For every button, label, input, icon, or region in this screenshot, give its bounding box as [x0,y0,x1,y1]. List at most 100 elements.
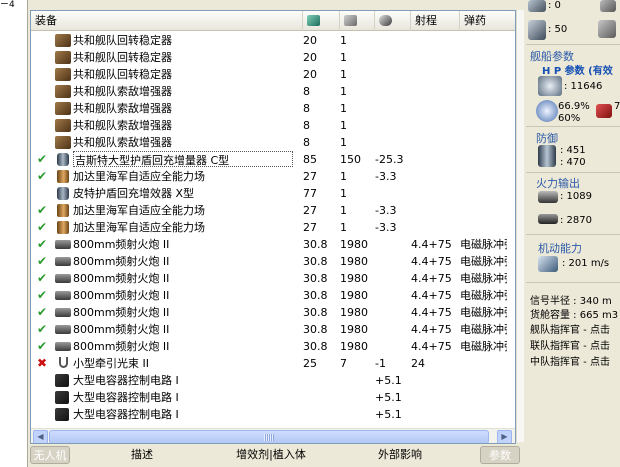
table-row[interactable]: ✔ 800mm频射火炮 II 30.8 1980 4.4+75 电磁脉冲弹 [31,253,515,270]
table-row[interactable]: 大型电容器控制电路 I +5.1 [31,372,515,389]
gun-module-icon [55,274,71,283]
tab-parameters[interactable]: 参数 [480,446,520,464]
column-header-name[interactable]: 装备 [31,11,303,31]
table-row[interactable]: ✔ 800mm频射火炮 II 30.8 1980 4.4+75 电磁脉冲弹 [31,321,515,338]
online-check-icon[interactable]: ✔ [37,287,49,304]
table-row[interactable]: 皮特护盾回充增效器 X型 77 1 [31,185,515,202]
table-row[interactable]: ✔ 800mm频射火炮 II 30.8 1980 4.4+75 电磁脉冲弹 [31,338,515,355]
status-empty[interactable] [37,49,49,66]
table-row[interactable]: ✔ 800mm频射火炮 II 30.8 1980 4.4+75 电磁脉冲弹 [31,304,515,321]
status-empty[interactable] [37,372,49,389]
tab-boosters-implants[interactable]: 增效剂|植入体 [226,446,316,464]
turret-dps-icon [538,191,558,203]
tab-external-effects[interactable]: 外部影响 [370,446,430,464]
firepower-value-2: : 2870 [560,215,592,226]
capacitor-cell: -3.3 [375,170,397,183]
status-empty[interactable] [37,185,49,202]
status-empty[interactable] [37,406,49,423]
range-cell [411,168,457,185]
ammo-cell [460,100,507,117]
module-name: 共和舰队回转稳定器 [73,68,172,81]
shield-module-icon [57,187,69,200]
module-name: 加达里海军自适应全能力场 [73,204,205,217]
table-row[interactable]: 共和舰队索敌增强器 8 1 [31,117,515,134]
column-header-capacitor[interactable] [375,11,411,31]
online-check-icon[interactable]: ✔ [37,168,49,185]
cpu-cell: 27 [303,204,317,217]
capacitor-cell: +5.1 [375,408,402,421]
column-header-cpu[interactable] [303,11,340,31]
table-row[interactable]: ✔ 加达里海军自适应全能力场 27 1 -3.3 [31,168,515,185]
defense-title: 防御 [536,132,558,145]
online-check-icon[interactable]: ✔ [37,219,49,236]
status-empty[interactable] [37,66,49,83]
table-row[interactable]: 共和舰队回转稳定器 20 1 [31,49,515,66]
ammo-cell: 电磁脉冲弹 [460,272,507,285]
table-row[interactable]: 共和舰队索敌增强器 8 1 [31,134,515,151]
range-cell [411,151,457,168]
scroll-right-button[interactable]: ▶ [497,430,512,443]
table-row[interactable]: ✖ 小型牵引光束 II 25 7 -1 24 [31,355,515,372]
fleet-commander-link[interactable]: 舰队指挥官 - 点击 [530,321,610,336]
table-row[interactable]: ✔ 800mm频射火炮 II 30.8 1980 4.4+75 电磁脉冲弹 [31,270,515,287]
module-name: 皮特护盾回充增效器 X型 [73,187,195,200]
table-row[interactable]: 共和舰队索敌增强器 8 1 [31,83,515,100]
tab-description[interactable]: 描述 [122,446,162,464]
offline-icon[interactable]: ✖ [37,355,49,372]
table-row[interactable]: 大型电容器控制电路 I +5.1 [31,389,515,406]
status-empty[interactable] [37,389,49,406]
table-row[interactable]: ✔ 800mm频射火炮 II 30.8 1980 4.4+75 电磁脉冲弹 [31,287,515,304]
capacitor-cell [375,270,410,287]
ammo-cell: 电磁脉冲弹 [460,238,507,251]
ammo-cell [460,219,507,236]
online-check-icon[interactable]: ✔ [37,270,49,287]
online-check-icon[interactable]: ✔ [37,151,49,168]
column-header-ammo-label: 弹药 [464,14,486,27]
column-header-powergrid[interactable] [340,11,375,31]
module-name: 吉斯特大型护盾回充增量器 C型 [73,151,293,167]
range-cell [411,219,457,236]
table-row[interactable]: 共和舰队索敌增强器 8 1 [31,100,515,117]
module-name: 共和舰队回转稳定器 [73,34,172,47]
module-name: 共和舰队回转稳定器 [73,51,172,64]
vertical-scrollbar[interactable] [516,10,524,442]
hp-params-title: H P 参数 (有效 [542,66,613,77]
online-check-icon[interactable]: ✔ [37,321,49,338]
table-row[interactable]: 大型电容器控制电路 I +5.1 [31,406,515,423]
tab-drones[interactable]: 无人机 [30,446,70,464]
column-header-range[interactable]: 射程 [411,11,460,31]
online-check-icon[interactable]: ✔ [37,202,49,219]
range-cell [411,202,457,219]
status-empty[interactable] [37,83,49,100]
module-name: 加达里海军自适应全能力场 [73,221,205,234]
capacitor-cell: -1 [375,357,386,370]
online-check-icon[interactable]: ✔ [37,253,49,270]
ammo-cell [460,66,507,83]
squad-commander-link[interactable]: 中队指挥官 - 点击 [530,353,610,368]
ammo-cell [460,372,507,389]
status-empty[interactable] [37,117,49,134]
horizontal-scrollbar[interactable]: ◀ ▶ [31,428,515,443]
scroll-left-button[interactable]: ◀ [33,430,48,443]
wing-commander-link[interactable]: 联队指挥官 - 点击 [530,337,610,352]
scrollbar-thumb[interactable] [49,430,489,443]
status-empty[interactable] [37,32,49,49]
powergrid-cell: 1 [340,187,347,200]
table-row[interactable]: ✔ 吉斯特大型护盾回充增量器 C型 85 150 -25.3 [31,151,515,168]
drone-bandwidth-value: : 50 [548,24,568,35]
table-row[interactable]: ✔ 加达里海军自适应全能力场 27 1 -3.3 [31,219,515,236]
ammo-cell [460,32,507,49]
online-check-icon[interactable]: ✔ [37,304,49,321]
column-header-ammo[interactable]: 弹药 [460,11,515,31]
rig-module-icon [55,34,71,47]
table-row[interactable]: ✔ 加达里海军自适应全能力场 27 1 -3.3 [31,202,515,219]
status-empty[interactable] [37,100,49,117]
cpu-cell: 27 [303,170,317,183]
table-row[interactable]: 共和舰队回转稳定器 20 1 [31,66,515,83]
table-row[interactable]: ✔ 800mm频射火炮 II 30.8 1980 4.4+75 电磁脉冲弹 [31,236,515,253]
status-empty[interactable] [37,134,49,151]
table-row[interactable]: 共和舰队回转稳定器 20 1 [31,32,515,49]
online-check-icon[interactable]: ✔ [37,338,49,355]
online-check-icon[interactable]: ✔ [37,236,49,253]
armor-module-icon [57,170,69,183]
